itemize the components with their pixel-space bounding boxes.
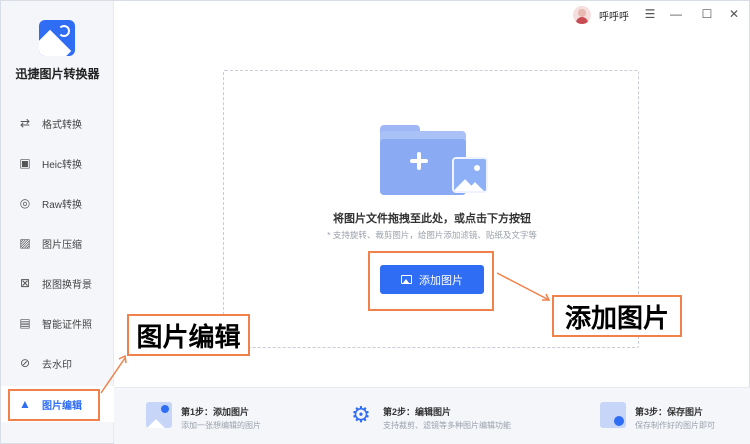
step-desc: 保存制作好的图片即可 [635,421,715,430]
button-highlight-box [368,251,494,311]
sidebar-item-heic[interactable]: ▣ Heic转换 [1,145,114,181]
watermark-icon: ⊘ [19,356,31,370]
username: 呼呼呼 [599,11,629,23]
sidebar-item-cutout[interactable]: ⊠ 抠图换背景 [1,265,114,301]
save-image-icon [600,402,626,428]
step-title: 第3步：保存图片 [635,407,704,417]
sidebar-item-compress[interactable]: ▨ 图片压缩 [1,225,114,261]
app-logo-icon [39,20,75,56]
drop-hint: * 支持旋转、裁剪图片，给图片添加滤镜、贴纸及文字等 [327,230,537,240]
step-title: 第2步：编辑图片 [383,407,452,417]
compress-icon: ▨ [19,236,31,250]
callout-image-edit: 图片编辑 [127,314,250,356]
sidebar-item-label: 去水印 [42,359,72,371]
minimize-icon[interactable]: — [667,5,685,23]
sidebar-item-label: Raw转换 [42,199,83,211]
sidebar-item-format-convert[interactable]: ⇄ 格式转换 [1,105,114,141]
sidebar-item-label: 抠图换背景 [42,279,92,291]
callout-add-image: 添加图片 [552,295,682,337]
drop-instruction: 将图片文件拖拽至此处，或点击下方按钮 [333,213,531,225]
folder-add-icon [380,121,490,201]
sidebar-item-label: Heic转换 [42,159,83,171]
app-title: 迅捷图片转换器 [15,67,100,81]
steps-bar: 第1步：添加图片 添加一张想编辑的图片 ⚙ 第2步：编辑图片 支持裁剪、滤镜等多… [114,387,750,444]
sidebar-highlight-box [8,389,100,421]
close-icon[interactable]: ✕ [725,5,743,23]
format-convert-icon: ⇄ [19,116,31,130]
menu-icon[interactable]: ☰ [641,5,659,23]
step-3: 第3步：保存图片 保存制作好的图片即可 [600,388,740,444]
raw-icon: ◎ [19,196,31,210]
step-desc: 添加一张想编辑的图片 [181,421,261,430]
id-photo-icon: ▤ [19,316,31,330]
sidebar-item-raw[interactable]: ◎ Raw转换 [1,185,114,221]
step-2: ⚙ 第2步：编辑图片 支持裁剪、滤镜等多种图片编辑功能 [348,388,548,444]
step-1: 第1步：添加图片 添加一张想编辑的图片 [146,388,336,444]
app-window: 迅捷图片转换器 ⇄ 格式转换 ▣ Heic转换 ◎ Raw转换 ▨ 图片压缩 ⊠… [0,0,750,444]
gear-icon: ⚙ [351,402,371,427]
step-desc: 支持裁剪、滤镜等多种图片编辑功能 [383,421,511,430]
sidebar: 迅捷图片转换器 ⇄ 格式转换 ▣ Heic转换 ◎ Raw转换 ▨ 图片压缩 ⊠… [1,1,114,443]
avatar [573,6,591,24]
sidebar-item-label: 格式转换 [42,119,82,131]
heic-icon: ▣ [19,156,31,170]
sidebar-item-label: 图片压缩 [42,239,82,251]
sidebar-item-label: 智能证件照 [42,319,92,331]
sidebar-item-id-photo[interactable]: ▤ 智能证件照 [1,305,114,341]
add-image-step-icon [146,402,172,428]
maximize-icon[interactable]: ☐ [698,5,716,23]
step-title: 第1步：添加图片 [181,407,250,417]
cutout-icon: ⊠ [19,276,31,290]
user-account[interactable]: 呼呼呼 [573,6,629,24]
sidebar-item-watermark[interactable]: ⊘ 去水印 [1,345,114,381]
